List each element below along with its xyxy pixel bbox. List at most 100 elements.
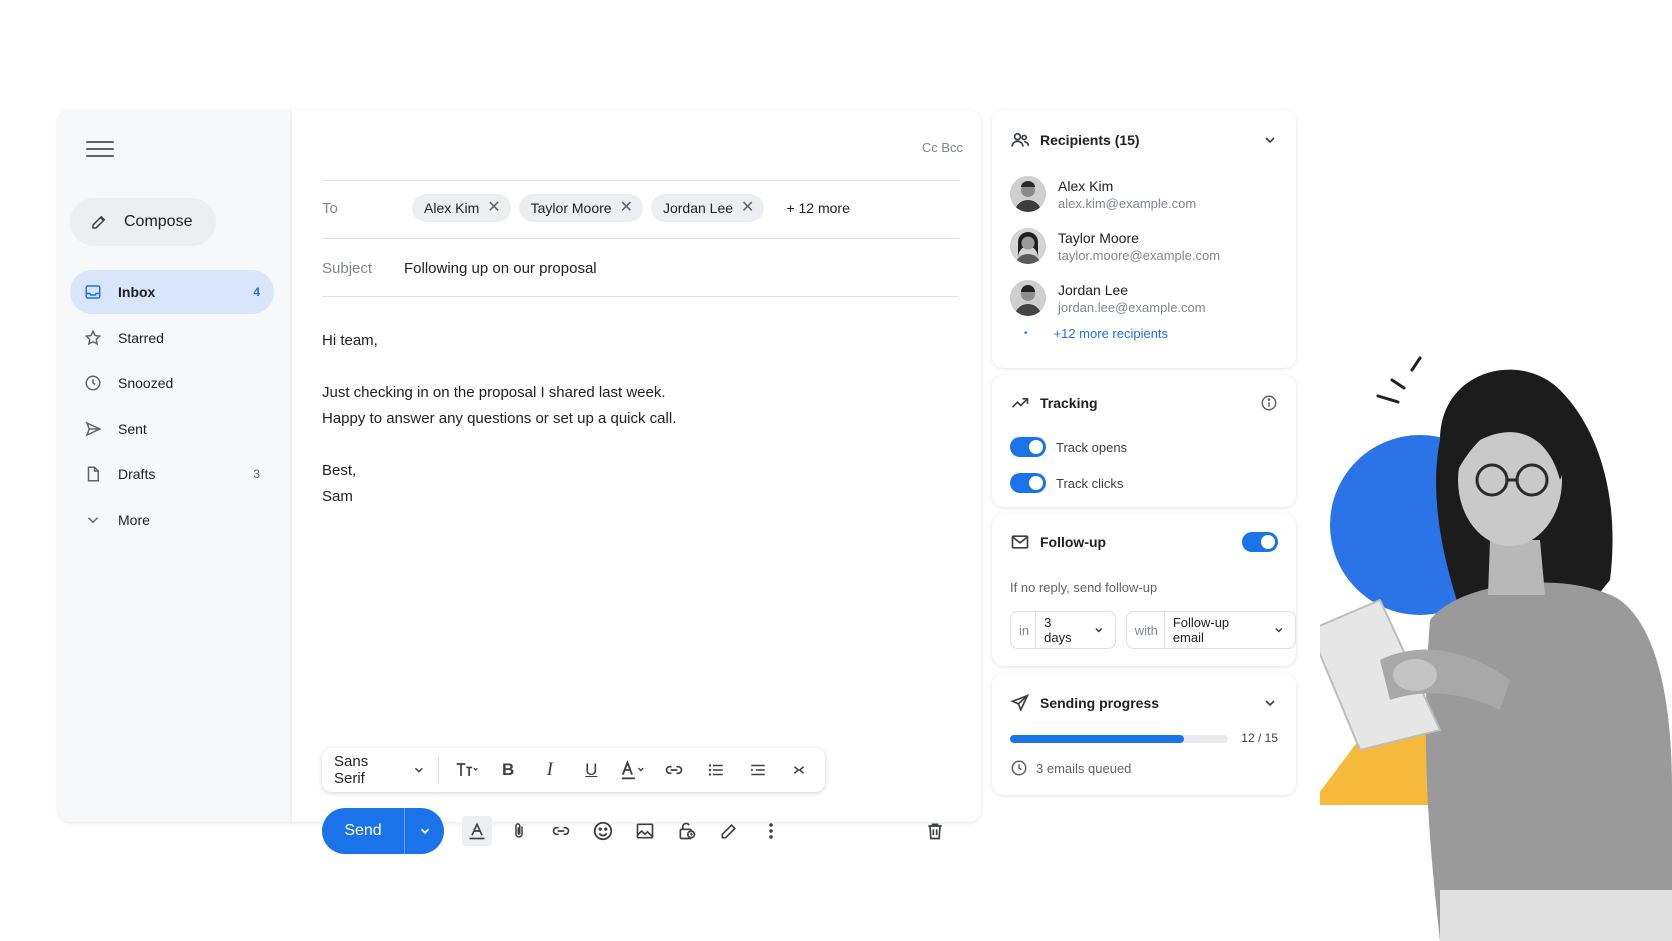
text-color-icon[interactable]	[619, 756, 647, 784]
bulleted-list-icon[interactable]	[702, 756, 730, 784]
avatar	[1010, 176, 1046, 212]
nav-list: Inbox 4 Starred Snoozed Sent Drafts 3 Mo…	[70, 270, 274, 544]
unread-count: 4	[253, 285, 260, 299]
subject-label: Subject	[322, 260, 373, 277]
send-button[interactable]: Send	[322, 822, 404, 840]
delay-prefix: in	[1011, 612, 1037, 648]
illustration	[1320, 330, 1672, 941]
delay-value: 3 days	[1036, 615, 1115, 645]
more-recipients-link[interactable]: + 12 more	[786, 200, 849, 216]
avatar	[1010, 228, 1046, 264]
send-row: Send	[322, 808, 950, 854]
insert-photo-icon[interactable]	[630, 816, 660, 846]
underline-icon[interactable]: U	[578, 756, 606, 784]
sidebar-item-snoozed[interactable]: Snoozed	[70, 361, 274, 405]
chevron-down-icon[interactable]	[1262, 695, 1278, 711]
recipient-row[interactable]: Jordan Lee jordan.lee@example.com	[1010, 280, 1206, 316]
draft-count: 3	[253, 467, 260, 482]
body-line: Best,	[322, 462, 357, 479]
cc-bcc-link[interactable]: Cc Bcc	[922, 140, 963, 155]
recipient-chip[interactable]: Taylor Moore ✕	[518, 194, 643, 222]
lock-clock-icon[interactable]	[672, 816, 702, 846]
body-line: Sam	[322, 488, 353, 505]
more-recipients-link[interactable]: • +12 more recipients	[1010, 326, 1168, 341]
sidebar-item-label: More	[118, 511, 150, 528]
chevron-down-icon[interactable]	[1262, 132, 1278, 148]
chevron-down-icon	[1095, 628, 1103, 633]
close-icon[interactable]: ✕	[487, 200, 500, 216]
attach-icon[interactable]	[504, 816, 534, 846]
paper-plane-icon	[1010, 693, 1030, 712]
to-row[interactable]: To Alex Kim ✕ Taylor Moore ✕ Jordan Lee …	[322, 192, 850, 224]
compose-tools	[462, 816, 786, 846]
toggle-label: Track clicks	[1056, 475, 1124, 491]
insert-link-icon[interactable]	[546, 816, 576, 846]
to-label: To	[322, 199, 338, 217]
dot-icon: •	[1024, 328, 1028, 339]
sidebar-item-label: Snoozed	[118, 375, 174, 392]
track-opens-toggle[interactable]	[1010, 437, 1046, 457]
sidebar-item-label: Starred	[118, 329, 164, 346]
sidebar-item-label: Sent	[118, 420, 147, 437]
recipients-header[interactable]: Recipients (15)	[1010, 130, 1278, 150]
menu-icon[interactable]	[86, 136, 114, 162]
emoji-icon[interactable]	[588, 816, 618, 846]
trash-icon[interactable]	[920, 816, 950, 846]
clock-icon	[1011, 760, 1027, 776]
recipient-email: alex.kim@example.com	[1058, 195, 1197, 211]
sidebar-item-inbox[interactable]: Inbox 4	[70, 270, 274, 314]
recipient-name: Taylor Moore	[1058, 229, 1139, 246]
sidebar-item-more[interactable]: More	[70, 498, 274, 542]
sidebar-item-starred[interactable]: Starred	[70, 316, 274, 360]
progress-header[interactable]: Sending progress	[1010, 693, 1278, 713]
send-icon	[84, 420, 102, 438]
progress-fill	[1010, 735, 1185, 743]
people-icon	[1011, 132, 1030, 147]
template-value: Follow-up email	[1165, 615, 1295, 645]
send-options-button[interactable]	[404, 808, 444, 854]
formatting-toolbar: Sans Serif B I U	[322, 748, 825, 792]
compose-button[interactable]: Compose	[70, 198, 216, 246]
formatting-options-icon[interactable]	[462, 816, 492, 846]
followup-description: If no reply, send follow-up	[1010, 580, 1158, 595]
recipient-row[interactable]: Alex Kim alex.kim@example.com	[1010, 176, 1196, 212]
divider	[322, 238, 959, 239]
message-body[interactable]: Hi team, Just checking in on the proposa…	[322, 328, 676, 510]
recipient-chip[interactable]: Alex Kim ✕	[412, 194, 511, 222]
person-with-tablet-illustration	[1320, 356, 1672, 941]
compose-pane: Cc Bcc To Alex Kim ✕ Taylor Moore ✕ Jord…	[292, 110, 981, 854]
track-clicks-toggle[interactable]	[1010, 473, 1046, 493]
text-size-icon[interactable]	[453, 756, 481, 784]
toggle-label: Track opens	[1056, 439, 1128, 455]
signature-pen-icon[interactable]	[714, 816, 744, 846]
body-line: Happy to answer any questions or set up …	[322, 410, 677, 427]
tracking-title: Tracking	[1040, 395, 1098, 411]
info-icon[interactable]	[1260, 394, 1278, 412]
subject-input[interactable]: Following up on our proposal	[404, 260, 597, 277]
sidebar-item-sent[interactable]: Sent	[70, 407, 274, 451]
link-icon[interactable]	[661, 756, 689, 784]
bold-icon[interactable]: B	[494, 756, 522, 784]
divider	[322, 296, 959, 297]
indent-list-icon[interactable]	[744, 756, 772, 784]
template-prefix: with	[1127, 612, 1165, 648]
recipient-row[interactable]: Taylor Moore taylor.moore@example.com	[1010, 228, 1220, 264]
close-icon[interactable]: ✕	[620, 200, 633, 216]
template-value-label: Follow-up email	[1172, 615, 1230, 645]
more-recipients-label: +12 more recipients	[1053, 326, 1169, 341]
italic-icon[interactable]: I	[536, 756, 564, 784]
body-line: Just checking in on the proposal I share…	[322, 384, 666, 401]
recipient-name: Jordan Lee	[1058, 281, 1129, 298]
sidebar-item-drafts[interactable]: Drafts 3	[70, 452, 274, 496]
followup-toggle[interactable]	[1242, 532, 1278, 552]
delay-select[interactable]: in 3 days	[1010, 611, 1116, 649]
font-select[interactable]: Sans Serif	[334, 753, 439, 787]
close-icon[interactable]: ✕	[741, 200, 754, 216]
template-select[interactable]: with Follow-up email	[1125, 611, 1296, 649]
recipient-chip[interactable]: Jordan Lee ✕	[650, 194, 765, 222]
recipient-email: taylor.moore@example.com	[1058, 247, 1221, 263]
subject-row[interactable]: Subject Following up on our proposal	[322, 260, 597, 277]
more-options-icon[interactable]	[756, 816, 786, 846]
chevron-down-icon	[84, 511, 102, 529]
clear-format-icon[interactable]	[785, 756, 813, 784]
